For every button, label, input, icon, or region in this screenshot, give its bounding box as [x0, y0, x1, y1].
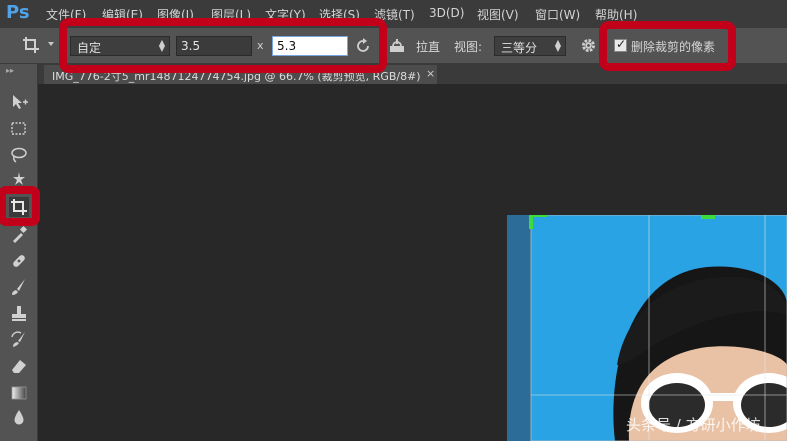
overlay-view-select[interactable]: 三等分 ▲ ▼ [494, 36, 566, 56]
annotation-dimensions [59, 18, 387, 73]
overlay-view-value: 三等分 [501, 41, 538, 55]
lasso-tool-icon[interactable] [9, 145, 29, 165]
menu-window[interactable]: 窗口(W) [535, 6, 580, 23]
history-brush-tool-icon[interactable] [9, 329, 29, 349]
menu-3d[interactable]: 3D(D) [429, 6, 464, 20]
portrait-image [507, 215, 787, 441]
crop-icon[interactable] [22, 36, 40, 54]
straighten-label[interactable]: 拉直 [416, 38, 440, 55]
move-tool-icon[interactable] [9, 92, 29, 112]
tool-preset-dropdown-icon[interactable] [48, 42, 54, 46]
brush-tool-icon[interactable] [9, 277, 29, 297]
healing-brush-tool-icon[interactable] [9, 251, 29, 271]
annotation-delete-pixels [599, 21, 736, 71]
updown-arrows-icon: ▲ ▼ [554, 38, 561, 53]
panel-grip-icon[interactable]: ▸▸ [6, 66, 14, 75]
clone-stamp-tool-icon[interactable] [9, 304, 29, 324]
straighten-icon[interactable] [388, 37, 406, 55]
eyedropper-tool-icon[interactable] [9, 224, 29, 244]
gradient-tool-icon[interactable] [9, 383, 29, 403]
marquee-tool-icon[interactable] [9, 119, 29, 139]
eraser-tool-icon[interactable] [9, 356, 29, 376]
blur-tool-icon[interactable] [9, 408, 29, 428]
photo-preview[interactable] [507, 215, 787, 441]
watermark: 头条号 / 方研小作坊 [626, 416, 761, 434]
menu-view[interactable]: 视图(V) [477, 6, 519, 23]
photoshop-logo: Ps [6, 2, 30, 23]
view-label: 视图: [454, 40, 483, 54]
gear-icon[interactable] [580, 37, 597, 54]
annotation-crop-tool [0, 186, 40, 226]
close-tab-icon[interactable]: × [426, 67, 435, 80]
tools-panel: ▸▸ [0, 64, 38, 441]
